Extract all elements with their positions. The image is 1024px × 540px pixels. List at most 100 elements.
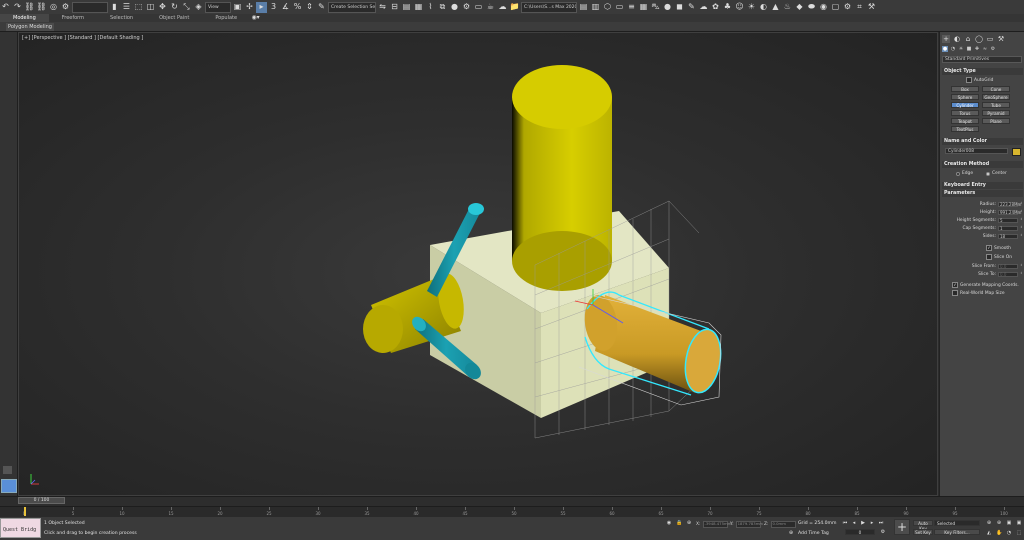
render-setup-icon[interactable]: ⚙ [461,2,472,13]
cylinder-button[interactable]: Cylinder [951,102,979,108]
window-crossing-icon[interactable]: ◫ [145,2,156,13]
name-and-color-rollout[interactable]: Name and Color [942,138,1023,145]
bulb-icon[interactable]: ◐ [758,2,769,13]
slice-on-check[interactable] [986,254,992,260]
spinner-snap-icon[interactable]: ⇕ [304,2,315,13]
material-editor-icon[interactable]: ● [449,2,460,13]
wrench-icon[interactable]: ⚒ [866,2,877,13]
previous-frame-icon[interactable]: ◂ [851,520,857,526]
create-tab-icon[interactable]: + [942,35,950,43]
cap-segments-spinner-icon[interactable]: ⇕ [1020,225,1023,231]
height-segments-field[interactable]: 5 [998,217,1018,223]
zoom-extents-icon[interactable]: ▣ [1006,520,1012,526]
scene-canvas[interactable] [19,33,937,495]
render-cloud-icon[interactable]: ☁ [497,2,508,13]
hierarchy-tab-icon[interactable]: ⌂ [964,35,972,43]
zoom-icon[interactable]: ⊕ [986,520,992,526]
object-color-swatch[interactable] [1012,148,1021,156]
view-icon[interactable]: ▭ [614,2,625,13]
project-path-field[interactable]: C:\Users\S...s Max 2020 [521,1,577,13]
y-coordinate[interactable]: Y: 1879.783mm [730,520,763,528]
y-field[interactable]: 1879.783mm [735,520,763,528]
object-name-field[interactable]: Cylinder008 [945,148,1008,154]
sphere-button[interactable]: Sphere [951,94,979,100]
auto-key-button[interactable]: Auto Key [913,520,933,531]
primitive-type-dropdown[interactable]: Standard Primitives [942,56,1022,63]
keyboard-entry-rollout[interactable]: Keyboard Entry [942,182,1023,189]
height-segments-spinner-icon[interactable]: ⇕ [1020,217,1023,223]
z-field[interactable]: 0.0mm [770,520,796,528]
space-warps-icon[interactable]: ≈ [982,46,988,52]
layer-explorer-icon[interactable]: ▤ [401,2,412,13]
grid-icon[interactable]: ▦ [638,2,649,13]
rect-selection-icon[interactable]: ⬚ [133,2,144,13]
time-slider[interactable]: 0 / 100 [18,497,65,504]
geometry-icon[interactable]: ● [942,46,948,52]
isolate-selection-icon[interactable]: ◉ [666,520,672,526]
placement-icon[interactable]: ◈ [193,2,204,13]
rendered-frame-icon[interactable]: ▭ [473,2,484,13]
gen-mapping-checkbox[interactable]: ✓ Generate Mapping Coords. [952,282,1019,288]
sides-field[interactable]: 18 [998,233,1018,239]
viewport-layout-active[interactable] [1,479,17,493]
folder-icon[interactable]: ▤ [578,2,589,13]
workspace-icon[interactable]: ▥ [590,2,601,13]
edit-named-sets-icon[interactable]: ✎ [316,2,327,13]
rotate-icon[interactable]: ↻ [169,2,180,13]
set-key-big-button[interactable]: + [894,519,910,535]
radius-field[interactable]: 223.28Mm [998,201,1021,207]
edge-radio[interactable]: Edge [956,171,973,176]
project-folder-icon[interactable]: 📁 [509,2,520,13]
helpers-icon[interactable]: ✚ [974,46,980,52]
viewport-layout-icon[interactable] [3,466,12,474]
tree-icon[interactable]: ♣ [722,2,733,13]
globe-icon[interactable]: ◉ [818,2,829,13]
link-icon[interactable]: ⛓ [24,2,35,13]
scale-icon[interactable]: ⤡ [181,2,192,13]
toggle-ribbon-icon[interactable]: ▦ [413,2,424,13]
redo-icon[interactable]: ↷ [12,2,23,13]
maximize-viewport-icon[interactable]: ⬚ [1016,530,1022,536]
ribbon-tab-freeform[interactable]: Freeform [49,14,97,22]
named-selection-sets-dropdown[interactable]: Create Selection Se [328,1,376,13]
brush-icon[interactable]: ✎ [686,2,697,13]
yellow-cylinder[interactable] [512,65,612,291]
ribbon-tab-selection[interactable]: Selection [97,14,146,22]
settings-icon[interactable]: ⚙ [842,2,853,13]
field-of-view-icon[interactable]: ◭ [986,530,992,536]
z-coordinate[interactable]: Z: 0.0mm [764,520,796,528]
cloud-icon[interactable]: ☁ [698,2,709,13]
display-tab-icon[interactable]: ▭ [986,35,994,43]
gen-mapping-check[interactable]: ✓ [952,282,958,288]
textplus-button[interactable]: TextPlus [951,126,979,132]
edge-radio-dot[interactable] [956,171,960,176]
height-spinner-icon[interactable]: ⇕ [1020,209,1023,215]
schematic-view-icon[interactable]: ⧉ [437,2,448,13]
ribbon-tab-populate[interactable]: Populate [202,14,250,22]
reference-coord-dropdown[interactable]: View [205,1,231,13]
cone-icon[interactable]: ▲ [770,2,781,13]
snaps-toggle-icon[interactable]: 3 [268,2,279,13]
light-icon[interactable]: ☀ [746,2,757,13]
pivot-center-icon[interactable]: ▣ [232,2,243,13]
selection-filter-dropdown[interactable] [72,1,108,13]
plane-button[interactable]: Plane [982,118,1010,124]
systems-icon[interactable]: ⚙ [990,46,996,52]
selection-lock-icon[interactable]: 🔒 [676,520,682,526]
sphere-icon[interactable]: ● [662,2,673,13]
real-world-check[interactable] [952,290,958,296]
percent-snap-icon[interactable]: % [292,2,303,13]
slice-from-field[interactable]: 0.0 [998,263,1018,269]
box-icon[interactable]: ▢ [830,2,841,13]
motion-tab-icon[interactable]: ◯ [975,35,983,43]
keyboard-shortcut-override-icon[interactable]: ▸ [256,1,267,13]
geosphere-button[interactable]: GeoSphere [982,94,1010,100]
real-world-checkbox[interactable]: Real-World Map Size [952,290,1005,296]
slice-to-field[interactable]: 0.0 [998,271,1018,277]
shape-icon[interactable]: ⬡ [602,2,613,13]
utilities-tab-icon[interactable]: ⚒ [997,35,1005,43]
modify-tab-icon[interactable]: ◐ [953,35,961,43]
torus-button[interactable]: Torus [951,110,979,116]
align-icon[interactable]: ⊟ [389,2,400,13]
current-frame-indicator[interactable] [24,507,26,516]
